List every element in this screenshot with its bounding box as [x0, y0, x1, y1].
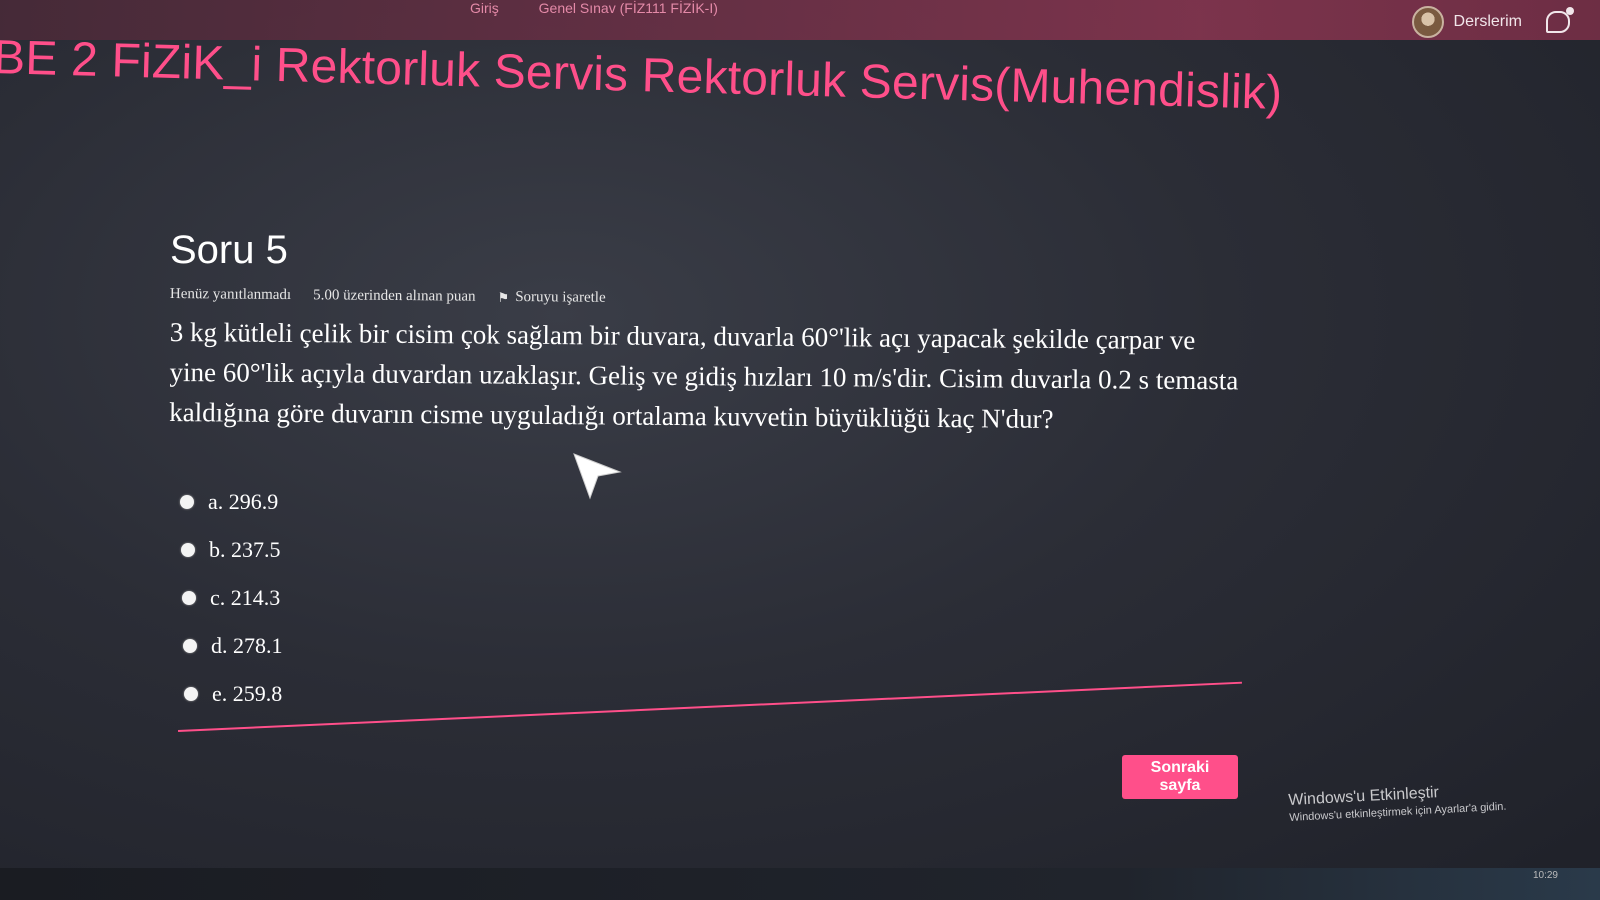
answer-option-e[interactable]: e. 259.8 — [184, 670, 283, 718]
question-meta: Henüz yanıtlanmadı 5.00 üzerinden alınan… — [170, 286, 606, 307]
top-navbar — [0, 0, 1600, 40]
answer-option-c[interactable]: c. 214.3 — [182, 574, 283, 622]
windows-activation-watermark: Windows'u Etkinleştir Windows'u etkinleş… — [1288, 781, 1507, 824]
option-label[interactable]: e. 259.8 — [212, 681, 282, 707]
answer-status: Henüz yanıtlanmadı — [169, 286, 292, 304]
radio-button[interactable] — [184, 687, 198, 701]
my-courses-link[interactable]: Derslerim — [1454, 13, 1522, 31]
avatar[interactable] — [1411, 6, 1444, 38]
answer-option-d[interactable]: d. 278.1 — [183, 622, 283, 670]
question-points: 5.00 üzerinden alınan puan — [313, 287, 476, 305]
mouse-cursor-icon — [573, 453, 622, 500]
flag-question-label: Soruyu işaretle — [515, 289, 606, 306]
question-text: 3 kg kütleli çelik bir cisim çok sağlam … — [169, 316, 1239, 434]
breadcrumb-home-link[interactable]: Giriş — [470, 0, 499, 16]
chat-icon[interactable] — [1546, 7, 1574, 33]
breadcrumb-exam-link[interactable]: Genel Sınav (FİZ111 FİZİK-I) — [539, 0, 718, 16]
next-page-button[interactable]: Sonraki sayfa — [1122, 755, 1238, 799]
radio-button[interactable] — [180, 495, 194, 509]
radio-button[interactable] — [181, 543, 195, 557]
option-label[interactable]: b. 237.5 — [209, 537, 281, 563]
flag-question-link[interactable]: ⚑ Soruyu işaretle — [498, 289, 606, 307]
course-title: BE 2 FiZiK_i Rektorluk Servis Rektorluk … — [0, 30, 1283, 120]
option-label[interactable]: a. 296.9 — [208, 489, 278, 515]
question-heading: Soru 5 — [170, 228, 288, 272]
radio-button[interactable] — [182, 591, 196, 605]
section-divider — [178, 681, 1242, 732]
option-label[interactable]: d. 278.1 — [211, 633, 283, 659]
radio-button[interactable] — [183, 639, 197, 653]
taskbar-clock: 10:29 — [1532, 870, 1558, 881]
option-label[interactable]: c. 214.3 — [210, 585, 280, 611]
user-menu[interactable]: Derslerim — [1411, 6, 1574, 38]
flag-icon: ⚑ — [497, 289, 510, 305]
breadcrumb: Giriş Genel Sınav (FİZ111 FİZİK-I) — [470, 0, 754, 16]
taskbar — [0, 868, 1600, 900]
answer-option-b[interactable]: b. 237.5 — [181, 526, 283, 574]
answer-options: a. 296.9 b. 237.5 c. 214.3 d. 278.1 e. 2… — [180, 478, 283, 718]
answer-option-a[interactable]: a. 296.9 — [180, 478, 283, 526]
